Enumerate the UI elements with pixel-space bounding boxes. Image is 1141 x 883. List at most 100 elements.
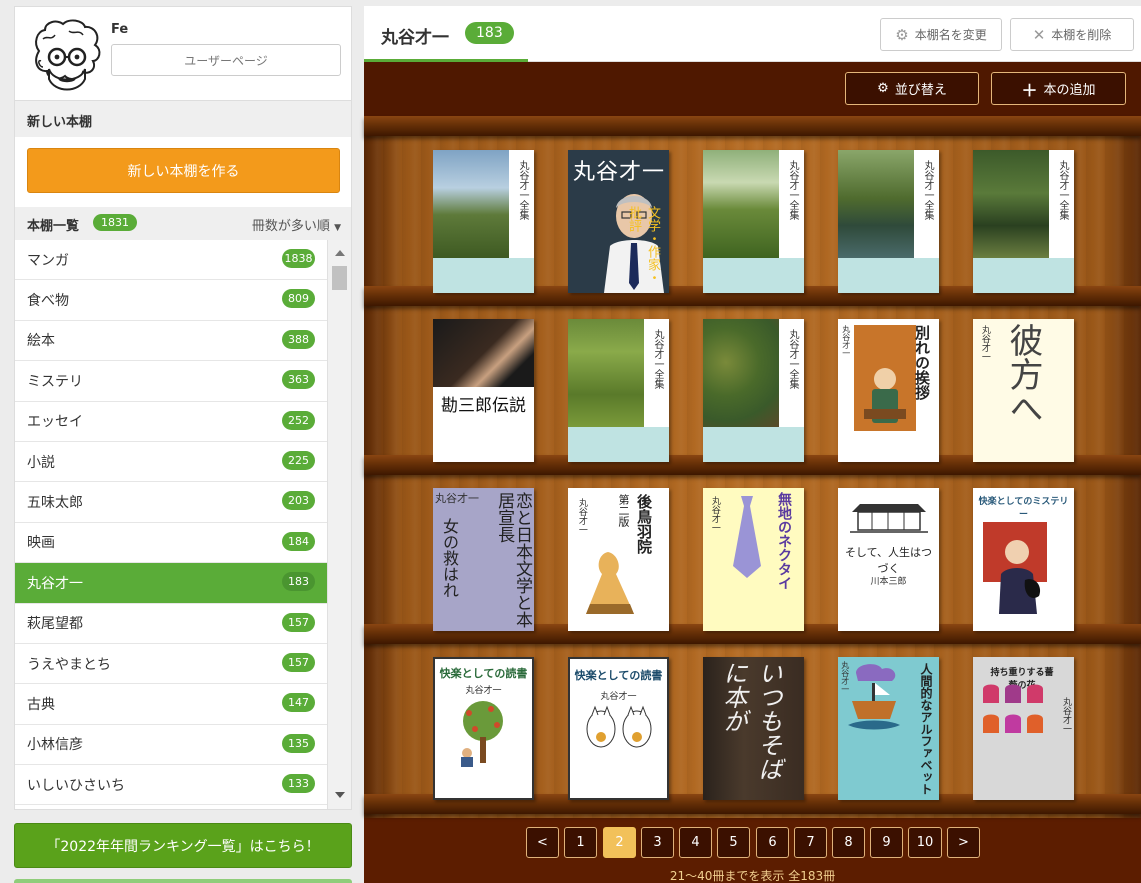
shelf-item-count: 135 — [282, 733, 315, 753]
book-cover[interactable]: 彼方へ 丸谷才一 — [973, 319, 1074, 462]
shelf-item-label: エッセイ — [27, 414, 83, 431]
book-cover-band — [703, 258, 804, 293]
shelf-item-count: 1838 — [282, 249, 315, 268]
shelf-item-count: 133 — [282, 774, 315, 794]
book-title: 恋と日本文学と本居宣長 — [494, 492, 532, 628]
book-cover[interactable]: 別れの挨拶 丸谷才一 — [838, 319, 939, 462]
book-cover[interactable]: 恋と日本文学と本居宣長 女の救はれ 丸谷才一 — [433, 488, 534, 631]
shelf-item[interactable]: 食べ物 809 — [15, 280, 327, 321]
book-author: 丸谷才一 — [435, 492, 479, 505]
ranking-button[interactable]: 「2022年年間ランキング一覧」はこちら！ — [14, 823, 352, 868]
shelf-item[interactable]: 五味太郎 203 — [15, 482, 327, 523]
shelf-item[interactable]: エッセイ 252 — [15, 402, 327, 442]
book-cover-art — [838, 150, 914, 258]
shelf-item[interactable]: 小説 225 — [15, 442, 327, 483]
shelf-item[interactable]: ミステリ 363 — [15, 361, 327, 402]
book-cover[interactable]: 丸谷才一全集 — [973, 150, 1074, 293]
shelf-item[interactable]: うえやまとち 157 — [15, 644, 327, 685]
page-link-current[interactable]: 2 — [603, 827, 636, 858]
shelf-item-label: 古典 — [27, 696, 55, 713]
page-link[interactable]: 6 — [756, 827, 789, 858]
avatar[interactable] — [29, 17, 105, 97]
scrollbar-thumb[interactable] — [332, 266, 347, 290]
shelf-item-label: 絵本 — [27, 333, 55, 350]
shelf-item[interactable]: 絵本 388 — [15, 321, 327, 362]
page-link[interactable]: 3 — [641, 827, 674, 858]
shelf-item[interactable]: 古典 147 — [15, 684, 327, 725]
book-title: 丸谷才一全集 — [787, 329, 798, 389]
book-author: 丸谷才一 — [709, 496, 720, 532]
book-cover-illustration — [848, 664, 900, 730]
shelf-title: 丸谷才一 — [381, 28, 449, 48]
book-title: 快楽としての読書 — [574, 669, 663, 682]
sort-books-button[interactable]: ⚙ 並び替え — [845, 72, 979, 105]
page-link[interactable]: 9 — [870, 827, 903, 858]
book-cover[interactable]: 無地のネクタイ 丸谷才一 — [703, 488, 804, 631]
shelf-item[interactable]: 映画 184 — [15, 523, 327, 564]
shelf-item-count: 225 — [282, 450, 315, 470]
page-link[interactable]: 1 — [564, 827, 597, 858]
book-cover[interactable]: 丸谷才一全集 — [703, 150, 804, 293]
user-page-button[interactable]: ユーザーページ — [111, 44, 341, 76]
pagination-prev[interactable]: < — [526, 827, 559, 858]
rose-pattern-icon — [983, 684, 1043, 733]
pagination-next[interactable]: > — [947, 827, 980, 858]
shelf-item[interactable]: いしいひさいち 133 — [15, 765, 327, 806]
book-cover[interactable]: 丸谷才一 文学・作家・批評 — [568, 150, 669, 293]
shelf-item-count: 809 — [282, 289, 315, 309]
book-title: 人間的なアルファベット — [919, 663, 933, 795]
book-cover[interactable]: そして、人生はつづく 川本三郎 — [838, 488, 939, 631]
book-edition: 第二版 — [617, 494, 630, 527]
book-cover-illustration — [586, 552, 634, 614]
shelf-item-count: 157 — [282, 612, 315, 632]
shelf-count-badge: 183 — [465, 22, 514, 44]
book-cover[interactable]: いつもそばに本が — [703, 657, 804, 800]
book-title: 丸谷才一 — [572, 160, 665, 185]
book-cover-art — [973, 150, 1049, 258]
book-title: 彼方へ — [1003, 323, 1043, 425]
shelf-item-label: 小説 — [27, 454, 55, 471]
scroll-down-icon[interactable] — [335, 792, 345, 798]
add-book-button[interactable]: ＋ 本の追加 — [991, 72, 1126, 105]
delete-shelf-label: 本棚を削除 — [1051, 28, 1112, 42]
shelf-item[interactable]: 萩尾望都 157 — [15, 604, 327, 644]
book-cover-photo — [433, 319, 534, 387]
book-cover[interactable]: 快楽としての読書 丸谷才一 — [433, 657, 534, 800]
page-link[interactable]: 10 — [908, 827, 942, 858]
sort-books-label: 並び替え — [894, 83, 947, 98]
page-link[interactable]: 8 — [832, 827, 865, 858]
page-link[interactable]: 5 — [717, 827, 750, 858]
book-cover[interactable]: 丸谷才一全集 — [433, 150, 534, 293]
page-link[interactable]: 7 — [794, 827, 827, 858]
book-title: 丸谷才一全集 — [517, 160, 528, 220]
shelf-item[interactable]: マンガ 1838 — [15, 240, 327, 281]
book-cover[interactable]: 快楽としての読書 丸谷才一 — [568, 657, 669, 800]
scroll-up-icon[interactable] — [335, 250, 345, 256]
book-cover[interactable]: 丸谷才一全集 — [703, 319, 804, 462]
shelf-item-active[interactable]: 丸谷才一 183 — [15, 563, 327, 604]
book-cover-art — [703, 319, 779, 427]
shelf-item-label: いしいひさいち — [27, 777, 125, 794]
book-title: いつもそばに本が — [719, 661, 782, 781]
rename-shelf-button[interactable]: ⚙ 本棚名を変更 — [880, 18, 1002, 51]
book-cover[interactable]: 持ち重りする薔薇の花 丸谷才一 — [973, 657, 1074, 800]
delete-shelf-button[interactable]: ✕ 本棚を削除 — [1010, 18, 1134, 51]
shelf-item-count: 183 — [282, 572, 315, 592]
shelf-plank — [364, 116, 1141, 136]
book-cover-illustration — [983, 522, 1047, 614]
book-cover[interactable]: 快楽としてのミステリー — [973, 488, 1074, 631]
new-shelf-heading: 新しい本棚 — [14, 101, 352, 137]
book-cover[interactable]: 後鳥羽院 第二版 丸谷才一 — [568, 488, 669, 631]
book-cover[interactable]: 丸谷才一全集 — [568, 319, 669, 462]
book-cover[interactable]: 人間的なアルファベット 丸谷才一 — [838, 657, 939, 800]
book-cover[interactable]: 丸谷才一全集 — [838, 150, 939, 293]
book-cover[interactable]: 勘三郎伝説 — [433, 319, 534, 462]
shelf-title-bar: 丸谷才一 183 ⚙ 本棚名を変更 ✕ 本棚を削除 — [364, 6, 1141, 62]
page-link[interactable]: 4 — [679, 827, 712, 858]
shelf-item-count: 363 — [282, 370, 315, 390]
shelf-list-scrollbar[interactable] — [327, 240, 351, 809]
create-shelf-button[interactable]: 新しい本棚を作る — [27, 148, 340, 193]
necktie-icon — [733, 496, 761, 578]
shelf-item[interactable]: 小林信彦 135 — [15, 725, 327, 766]
shelf-sort-dropdown[interactable]: 冊数が多い順 ▼ — [252, 215, 341, 234]
